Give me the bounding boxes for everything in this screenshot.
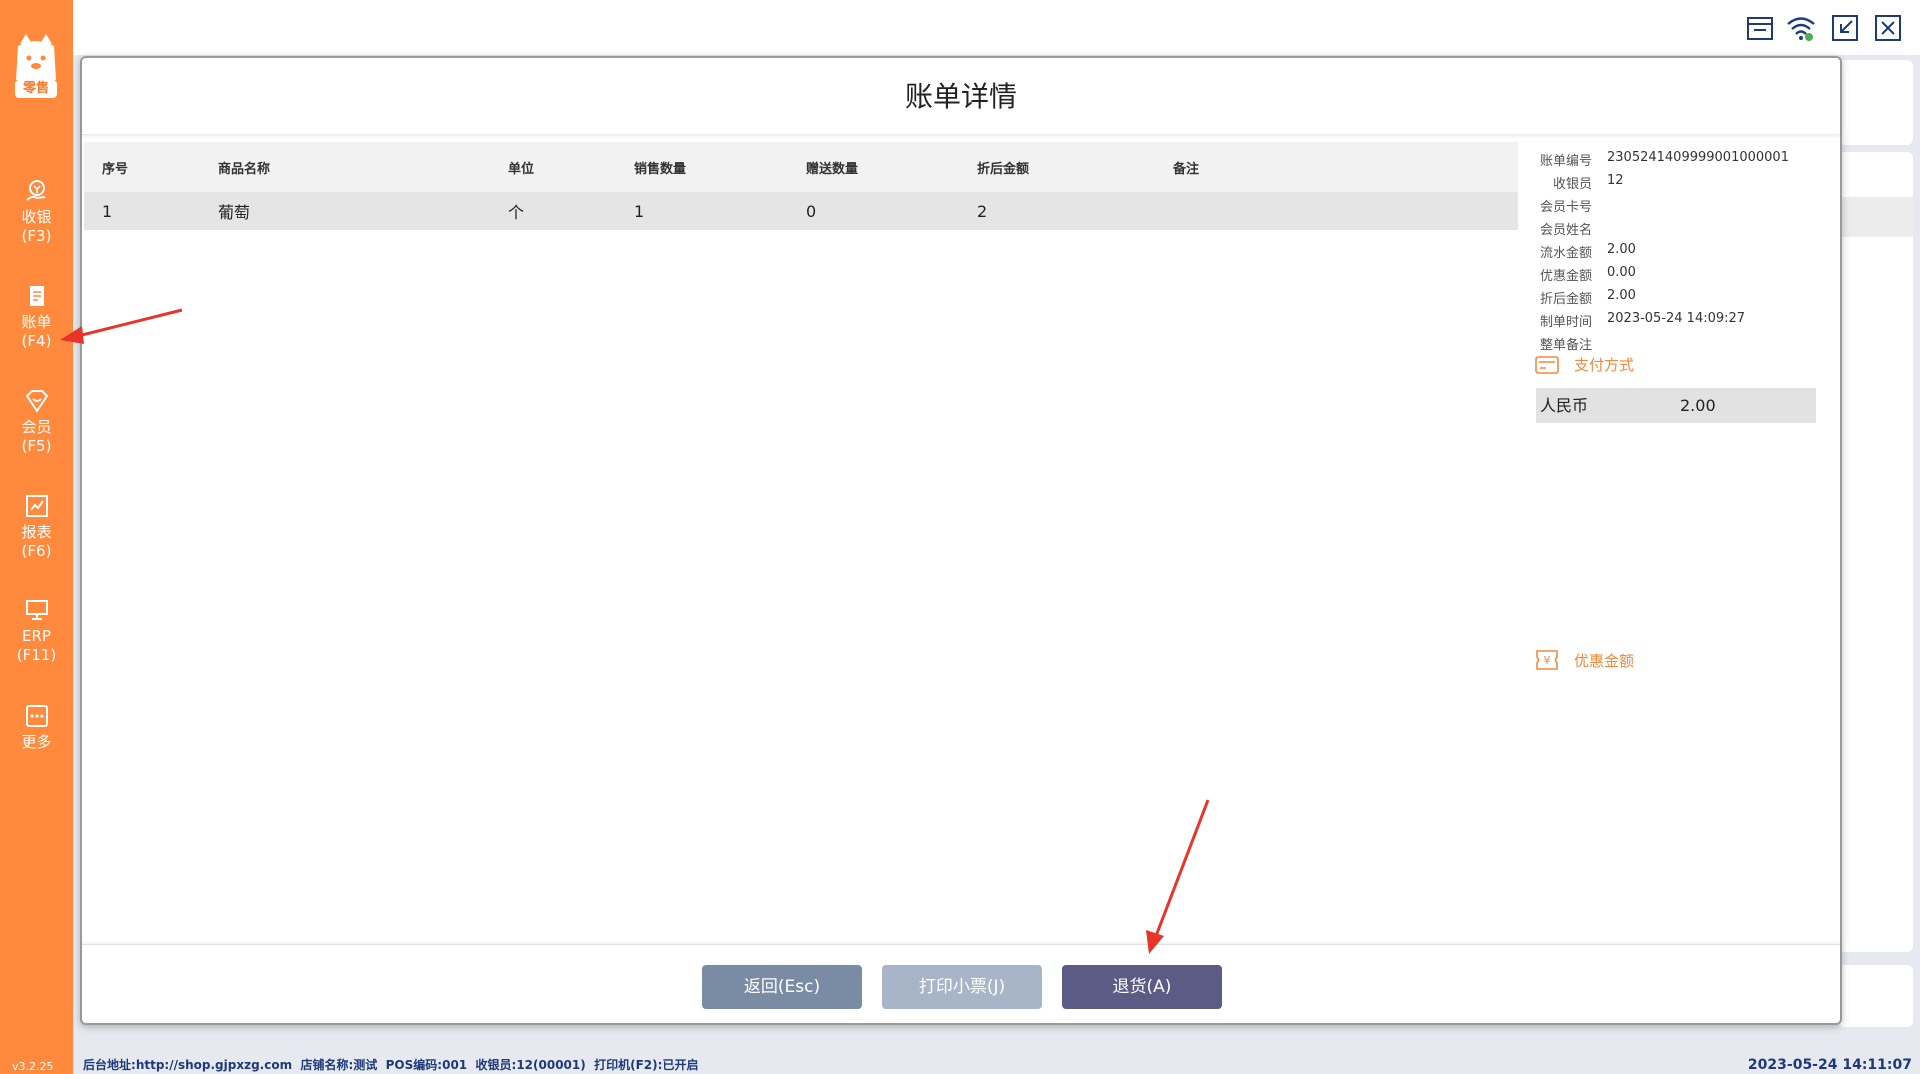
sidebar-item-label: 收银 [21, 208, 52, 226]
bill-no-value: 2305241409999001000001 [1607, 150, 1789, 165]
bill-no-label: 账单编号 [1539, 154, 1592, 169]
sidebar-item-key: (F5) [21, 437, 52, 455]
status-cashier-label: 收银员: [475, 1058, 517, 1072]
member-name-label: 会员姓名 [1539, 223, 1592, 238]
print-receipt-button[interactable]: 打印小票(J) [882, 965, 1042, 1009]
cell-unit: 个 [508, 203, 525, 222]
report-icon [25, 495, 48, 517]
created-time-label: 制单时间 [1539, 315, 1592, 330]
column-header-sale-qty: 销售数量 [634, 161, 687, 177]
payment-amount: 2.00 [1680, 396, 1716, 415]
discount-amount-label: 优惠金额 [1539, 269, 1592, 284]
erp-monitor-icon [25, 600, 48, 620]
pos-code: 001 [442, 1058, 468, 1072]
svg-text:¥: ¥ [1544, 654, 1551, 667]
background-panel [1838, 60, 1913, 145]
store-name: 测试 [353, 1058, 378, 1072]
column-header-remark: 备注 [1173, 161, 1200, 177]
column-header-product-name: 商品名称 [218, 161, 271, 177]
member-icon [25, 390, 48, 413]
sidebar-item-key: (F11) [16, 646, 57, 664]
store-icon[interactable] [1745, 13, 1775, 43]
cashier-value: 12 [1607, 173, 1624, 188]
table-row[interactable]: 1 葡萄 个 1 0 2 [84, 192, 1518, 230]
logo-text: 零售 [15, 80, 57, 98]
bill-info-panel: 账单编号 2305241409999001000001 收银员 12 会员卡号 会员… [1535, 150, 1825, 357]
background-footer-panel [1838, 965, 1913, 1027]
printer-status: 已开启 [662, 1058, 699, 1072]
sidebar-item-key: (F3) [21, 227, 52, 245]
dialog-title: 账单详情 [82, 58, 1840, 135]
flow-amount-value: 2.00 [1607, 242, 1636, 257]
wifi-icon[interactable] [1786, 13, 1816, 43]
column-header-gift-qty: 赠送数量 [806, 161, 859, 177]
sidebar-item-more[interactable]: 更多 [0, 703, 73, 752]
top-toolbar [73, 0, 1920, 55]
discount-amount-value: 0.00 [1607, 265, 1636, 280]
coupon-yen-icon: ¥ [1536, 650, 1558, 670]
sidebar-item-label: 会员 [21, 418, 52, 436]
bill-detail-dialog: 账单详情 序号 商品名称 单位 销售数量 赠送数量 折后金额 备注 1 葡萄 个… [80, 56, 1842, 1025]
sidebar-item-label: 更多 [21, 733, 52, 751]
cell-discounted-amount: 2 [977, 201, 988, 221]
payment-method-title: 支付方式 [1535, 354, 1634, 375]
column-header-discounted-amount: 折后金额 [977, 161, 1030, 177]
created-time-value: 2023-05-24 14:09:27 [1607, 311, 1746, 326]
cell-sale-qty: 1 [634, 201, 645, 221]
sidebar-item-label: ERP [22, 627, 51, 645]
after-discount-label: 折后金额 [1539, 292, 1592, 307]
sidebar-item-key: (F4) [21, 332, 52, 350]
payment-card-icon [1535, 355, 1559, 374]
sidebar: 零售 收银 (F3) 账单 (F4) 会员 (F5) 报表 (F6) ERP (… [0, 0, 73, 1074]
cashier-label: 收银员 [1552, 177, 1592, 192]
backend-label: 后台地址: [83, 1058, 136, 1072]
more-icon [25, 705, 48, 727]
status-info: 后台地址:http://shop.gjpxzg.com 店铺名称:测试 POS编… [83, 1056, 698, 1074]
column-header-unit: 单位 [508, 161, 535, 177]
pos-label: POS编码: [385, 1058, 443, 1072]
discount-section-title: ¥ 优惠金额 [1535, 648, 1634, 672]
cell-product-name: 葡萄 [218, 203, 251, 222]
status-datetime: 2023-05-24 14:11:07 [1747, 1057, 1912, 1073]
background-list-panel [1838, 152, 1913, 952]
table-header: 序号 商品名称 单位 销售数量 赠送数量 折后金额 备注 [84, 142, 1518, 192]
printer-label: 打印机(F2): [594, 1058, 663, 1072]
sidebar-item-label: 账单 [21, 313, 52, 331]
cashier-icon [25, 180, 45, 201]
after-discount-value: 2.00 [1607, 288, 1636, 303]
cell-gift-qty: 0 [806, 201, 817, 221]
status-cashier: 12(00001) [516, 1058, 586, 1072]
payment-method-label: 支付方式 [1574, 356, 1635, 374]
status-bar: 后台地址:http://shop.gjpxzg.com 店铺名称:测试 POS编… [73, 1056, 1920, 1074]
sidebar-item-label: 报表 [21, 523, 52, 541]
member-card-label: 会员卡号 [1539, 200, 1592, 215]
sidebar-item-bill[interactable]: 账单 (F4) [0, 283, 73, 351]
sidebar-item-member[interactable]: 会员 (F5) [0, 388, 73, 456]
store-label: 店铺名称: [300, 1058, 354, 1072]
return-goods-button[interactable]: 退货(A) [1062, 965, 1222, 1009]
bill-remark-label: 整单备注 [1539, 338, 1592, 353]
cell-index: 1 [102, 201, 113, 221]
column-header-index: 序号 [102, 161, 129, 177]
payment-row: 人民币 2.00 [1536, 388, 1816, 423]
backend-url: http://shop.gjpxzg.com [135, 1058, 293, 1072]
payment-method: 人民币 [1540, 396, 1589, 415]
flow-amount-label: 流水金额 [1539, 246, 1592, 261]
sidebar-item-key: (F6) [21, 542, 52, 560]
shrink-icon[interactable] [1830, 13, 1860, 43]
sidebar-item-erp[interactable]: ERP (F11) [0, 597, 73, 665]
sidebar-item-cashier[interactable]: 收银 (F3) [0, 178, 73, 246]
version-label: v3.2.25 [12, 1060, 54, 1073]
back-button[interactable]: 返回(Esc) [702, 965, 862, 1009]
sidebar-item-report[interactable]: 报表 (F6) [0, 493, 73, 561]
dialog-footer: 返回(Esc) 打印小票(J) 退货(A) [82, 944, 1840, 1024]
discount-section-label: 优惠金额 [1574, 651, 1635, 670]
bill-icon [29, 286, 44, 306]
close-icon[interactable] [1873, 13, 1903, 43]
